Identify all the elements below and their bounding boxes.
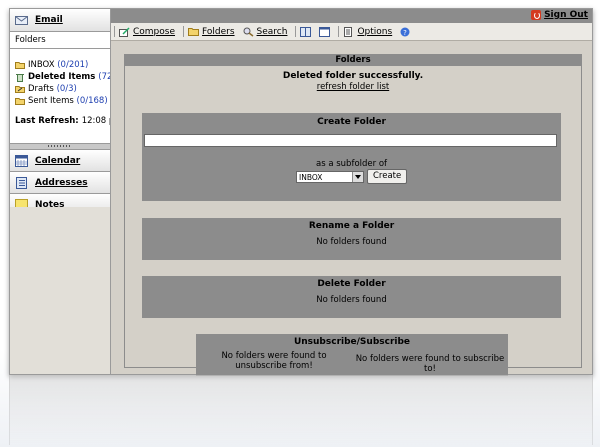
calendar-button[interactable] bbox=[319, 26, 333, 37]
panel-title: Folders bbox=[125, 55, 581, 66]
main-area: Sign Out Compose Folders Search Options … bbox=[111, 9, 592, 376]
sign-out-link[interactable]: Sign Out bbox=[531, 10, 588, 20]
address-book-icon bbox=[300, 26, 312, 37]
drafts-icon bbox=[15, 85, 25, 93]
options-icon bbox=[343, 26, 354, 37]
folder-icon bbox=[188, 27, 200, 37]
unsubscribe-message: No folders were found to unsubscribe fro… bbox=[221, 351, 327, 371]
rename-folder-message: No folders found bbox=[316, 237, 387, 247]
last-refresh-label: Last Refresh: bbox=[15, 116, 79, 126]
search-icon bbox=[243, 27, 254, 37]
compose-label: Compose bbox=[133, 26, 176, 37]
top-bar: Sign Out bbox=[111, 9, 592, 23]
refresh-folder-list-link[interactable]: refresh folder list bbox=[125, 82, 581, 92]
calendar-icon bbox=[319, 26, 331, 37]
subscribe-message: No folders were found to subscribe to! bbox=[355, 354, 505, 374]
folder-name: Drafts bbox=[28, 84, 54, 94]
nav-email-label: Email bbox=[35, 15, 63, 25]
help-button[interactable]: ? bbox=[400, 27, 414, 37]
power-icon bbox=[531, 10, 542, 20]
address-book-icon bbox=[15, 176, 28, 189]
folder-item-deleted[interactable]: Deleted Items (72/ bbox=[15, 71, 110, 83]
rename-folder-title: Rename a Folder bbox=[308, 221, 395, 231]
envelope-icon bbox=[15, 14, 28, 26]
folders-label: Folders bbox=[202, 26, 235, 37]
nav-addresses[interactable]: Addresses bbox=[10, 172, 110, 194]
search-button[interactable]: Search bbox=[243, 26, 288, 37]
folders-button[interactable]: Folders bbox=[188, 27, 235, 37]
folder-count: (0/168) bbox=[76, 96, 108, 106]
folder-item-drafts[interactable]: Drafts (0/3) bbox=[15, 83, 110, 95]
calendar-icon bbox=[15, 154, 28, 167]
folder-count: (0/201) bbox=[57, 60, 89, 70]
toolbar-divider bbox=[183, 26, 185, 37]
create-button[interactable]: Create bbox=[367, 169, 408, 184]
compose-button[interactable]: Compose bbox=[119, 27, 175, 37]
create-controls: INBOX Create bbox=[296, 169, 408, 184]
folder-name: Deleted Items bbox=[28, 72, 96, 82]
unsubscribe-subscribe-box: Unsubscribe/Subscribe No folders were fo… bbox=[196, 334, 508, 376]
parent-folder-select[interactable]: INBOX bbox=[296, 170, 364, 183]
toolbar: Compose Folders Search Options ? bbox=[111, 23, 592, 41]
subfolder-label: as a subfolder of bbox=[315, 159, 388, 169]
sidebar-empty-area bbox=[10, 207, 110, 374]
toolbar-divider bbox=[295, 26, 297, 37]
options-button[interactable]: Options bbox=[343, 26, 393, 37]
status-message: Deleted folder successfully. bbox=[282, 71, 424, 81]
app-window: Email Folders INBOX (0/201) Deleted Item… bbox=[9, 8, 593, 376]
folder-item-inbox[interactable]: INBOX (0/201) bbox=[15, 59, 110, 71]
toolbar-divider bbox=[338, 26, 340, 37]
last-refresh: Last Refresh: 12:08 pr bbox=[15, 116, 110, 126]
parent-folder-selected: INBOX bbox=[299, 172, 323, 182]
folders-section-label: Folders bbox=[10, 32, 110, 49]
chevron-down-icon bbox=[352, 171, 363, 182]
folder-item-sent[interactable]: Sent Items (0/168) bbox=[15, 95, 110, 107]
options-label: Options bbox=[357, 26, 393, 37]
sign-out-label: Sign Out bbox=[544, 10, 588, 20]
folder-icon bbox=[15, 97, 25, 105]
folder-icon bbox=[15, 61, 25, 69]
nav-calendar-label: Calendar bbox=[35, 155, 81, 166]
nav-calendar[interactable]: Calendar bbox=[10, 150, 110, 172]
window-reflection bbox=[9, 375, 593, 445]
folder-name-input[interactable] bbox=[144, 134, 557, 147]
delete-folder-title: Delete Folder bbox=[317, 279, 386, 289]
folder-count: (0/3) bbox=[56, 84, 77, 94]
folder-count: (72/ bbox=[98, 72, 110, 82]
compose-icon bbox=[119, 26, 130, 37]
rename-folder-box: Rename a Folder No folders found bbox=[142, 218, 561, 260]
resize-grip[interactable] bbox=[10, 143, 110, 149]
toolbar-divider bbox=[114, 26, 115, 37]
create-folder-title: Create Folder bbox=[317, 117, 386, 127]
svg-text:?: ? bbox=[403, 29, 407, 37]
create-folder-box: Create Folder as a subfolder of INBOX Cr… bbox=[142, 113, 561, 201]
nav-addresses-label: Addresses bbox=[35, 177, 88, 188]
help-icon: ? bbox=[400, 27, 411, 37]
nav-email[interactable]: Email bbox=[10, 9, 110, 32]
delete-folder-message: No folders found bbox=[316, 295, 387, 305]
last-refresh-value: 12:08 pr bbox=[81, 116, 110, 126]
trash-icon bbox=[15, 73, 25, 82]
folder-name: INBOX bbox=[28, 60, 55, 70]
search-label: Search bbox=[256, 26, 288, 37]
address-book-button[interactable] bbox=[300, 26, 314, 37]
folder-name: Sent Items bbox=[28, 96, 74, 106]
delete-folder-box: Delete Folder No folders found bbox=[142, 276, 561, 318]
folder-list: INBOX (0/201) Deleted Items (72/ Drafts … bbox=[10, 49, 110, 150]
unsubscribe-columns: No folders were found to unsubscribe fro… bbox=[196, 351, 508, 374]
unsubscribe-title: Unsubscribe/Subscribe bbox=[293, 337, 411, 347]
folders-panel: Folders Deleted folder successfully. ref… bbox=[124, 54, 582, 376]
sidebar: Email Folders INBOX (0/201) Deleted Item… bbox=[10, 9, 111, 374]
